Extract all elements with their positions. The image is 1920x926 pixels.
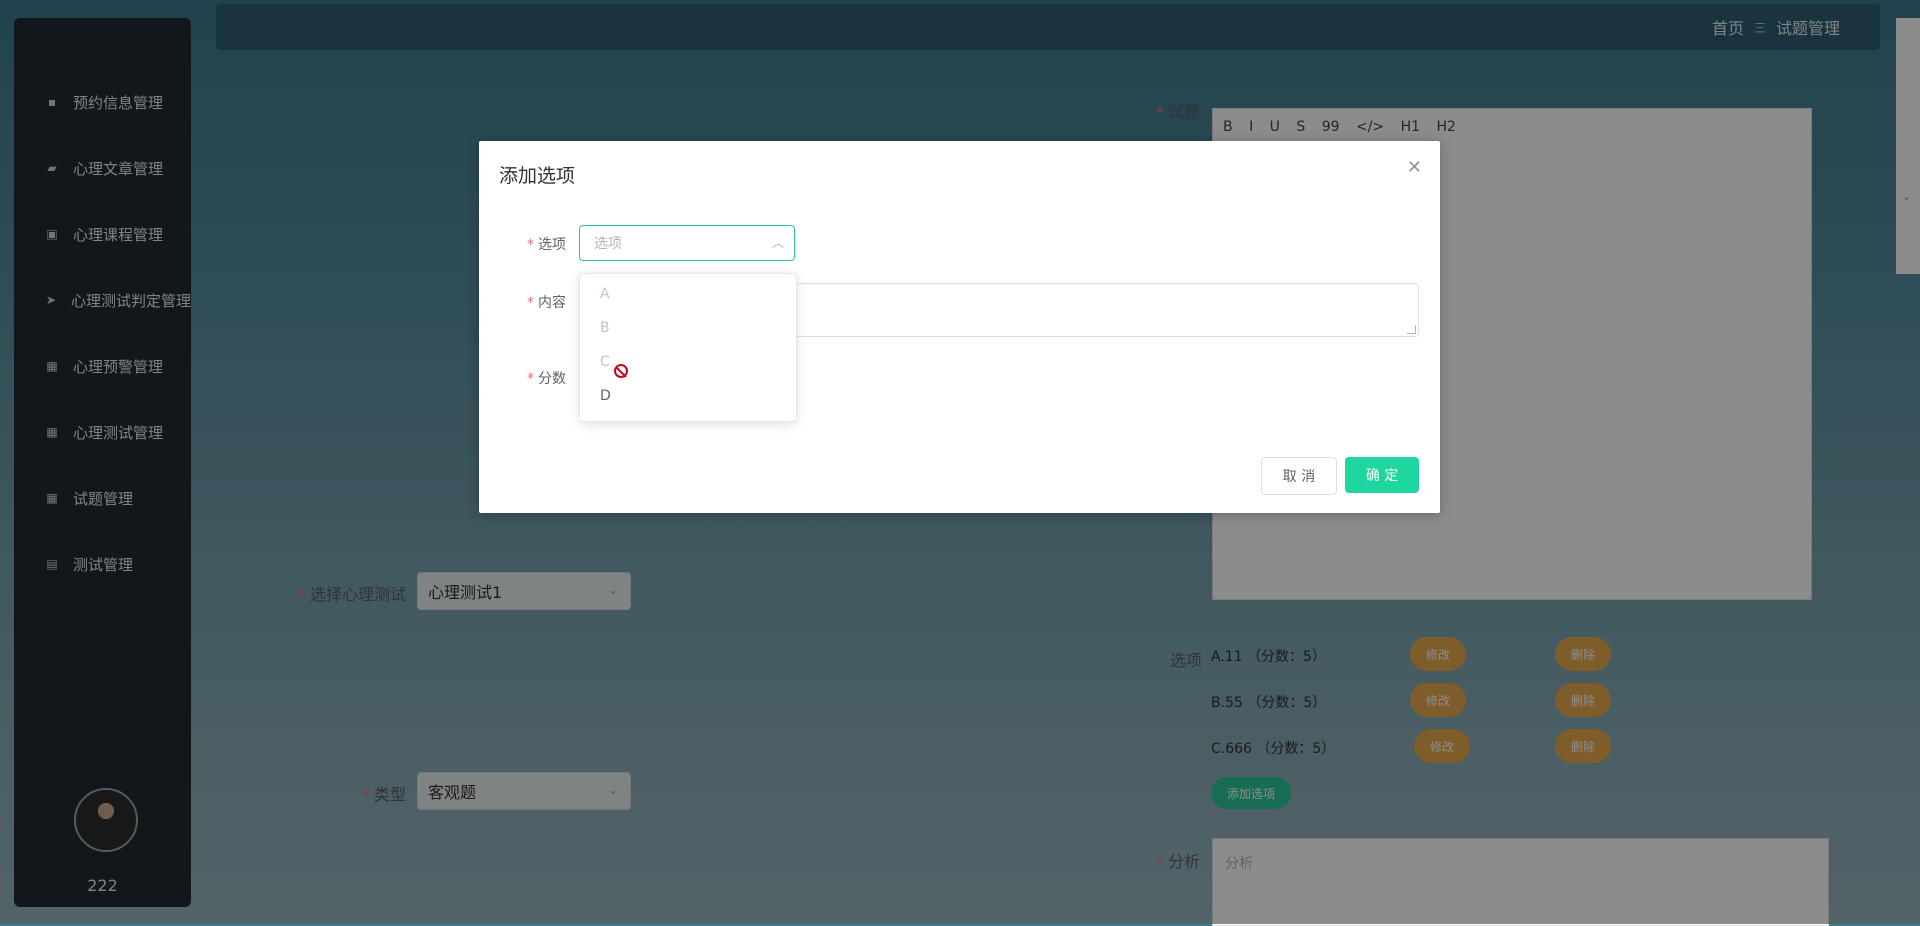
add-option-dialog: 添加选项 ✕ * 选项 选项 ︿ * 内容 * 分数 A B C D 取 消 确 定 [479, 141, 1440, 513]
content-field-label: * 内容 [527, 295, 566, 311]
option-dropdown: A B C D [579, 273, 797, 422]
option-field-label: * 选项 [527, 237, 566, 253]
score-field-label: * 分数 [527, 371, 566, 387]
resize-handle[interactable] [1407, 325, 1416, 334]
dropdown-option-d[interactable]: D [600, 388, 611, 404]
chevron-up-icon: ︿ [771, 236, 784, 250]
option-select[interactable]: 选项 ︿ [579, 225, 795, 261]
cancel-button[interactable]: 取 消 [1261, 457, 1337, 495]
confirm-button[interactable]: 确 定 [1345, 457, 1419, 493]
option-select-placeholder: 选项 [594, 236, 622, 252]
dropdown-option-a: A [600, 286, 610, 302]
close-icon[interactable]: ✕ [1407, 157, 1422, 178]
dropdown-option-b: B [600, 320, 610, 336]
dialog-title: 添加选项 [499, 165, 576, 187]
dropdown-option-c: C [600, 354, 610, 370]
not-allowed-cursor-icon [614, 364, 628, 378]
